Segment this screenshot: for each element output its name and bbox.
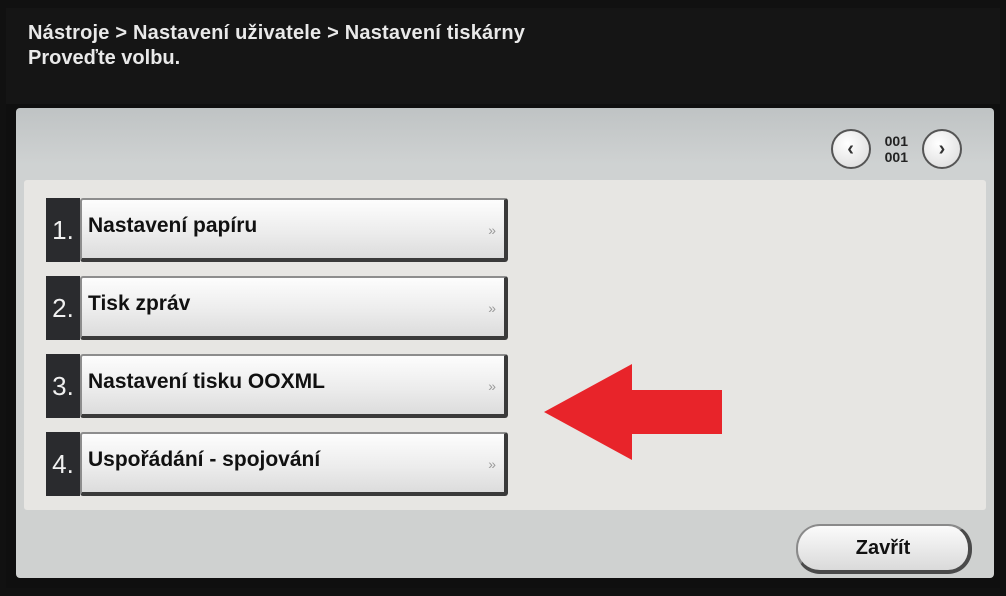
menu-item-button[interactable]: Nastavení tisku OOXML » — [80, 354, 508, 418]
menu-item-label: Nastavení tisku OOXML — [88, 370, 325, 393]
menu-item-ooxml-settings[interactable]: 3. Nastavení tisku OOXML » — [46, 354, 508, 418]
double-chevron-right-icon: » — [488, 378, 496, 394]
menu-item-number: 2. — [46, 276, 80, 340]
printer-panel-screen: Nástroje > Nastavení uživatele > Nastave… — [6, 8, 1000, 588]
chevron-right-icon[interactable]: › — [922, 129, 962, 169]
page-current: 001 — [884, 133, 908, 149]
menu-item-number: 3. — [46, 354, 80, 418]
chevron-left-icon[interactable]: ‹ — [830, 129, 871, 169]
page-counter: 001 001 — [885, 133, 908, 165]
pager: ‹ 001 001 › — [830, 126, 962, 172]
menu-item-button[interactable]: Uspořádání - spojování » — [80, 432, 508, 496]
close-button[interactable]: Zavřít — [796, 524, 972, 574]
menu-item-button[interactable]: Nastavení papíru » — [80, 198, 508, 262]
menu-item-print-reports[interactable]: 2. Tisk zpráv » — [46, 276, 508, 340]
double-chevron-right-icon: » — [488, 456, 496, 472]
main-panel: ‹ 001 001 › 1. Nastavení papíru » 2. Tis… — [16, 108, 994, 578]
footer-bar: Zavřít — [24, 512, 986, 574]
breadcrumb: Nástroje > Nastavení uživatele > Nastave… — [28, 22, 526, 44]
menu-item-label: Tisk zpráv — [88, 292, 191, 315]
menu-item-label: Nastavení papíru — [88, 214, 258, 237]
instruction-text: Proveďte volbu. — [28, 47, 181, 69]
double-chevron-right-icon: » — [488, 300, 496, 316]
double-chevron-right-icon: » — [488, 222, 496, 238]
menu-item-number: 1. — [46, 198, 80, 262]
page-total: 001 — [884, 149, 908, 165]
red-arrow-pointer-icon — [544, 364, 722, 460]
menu-list: 1. Nastavení papíru » 2. Tisk zpráv » 3.… — [24, 180, 986, 510]
menu-item-label: Uspořádání - spojování — [88, 448, 321, 471]
menu-item-paper-settings[interactable]: 1. Nastavení papíru » — [46, 198, 508, 262]
menu-item-collation[interactable]: 4. Uspořádání - spojování » — [46, 432, 508, 496]
menu-item-button[interactable]: Tisk zpráv » — [80, 276, 508, 340]
header-bar: Nástroje > Nastavení uživatele > Nastave… — [6, 8, 1000, 104]
menu-item-number: 4. — [46, 432, 80, 496]
